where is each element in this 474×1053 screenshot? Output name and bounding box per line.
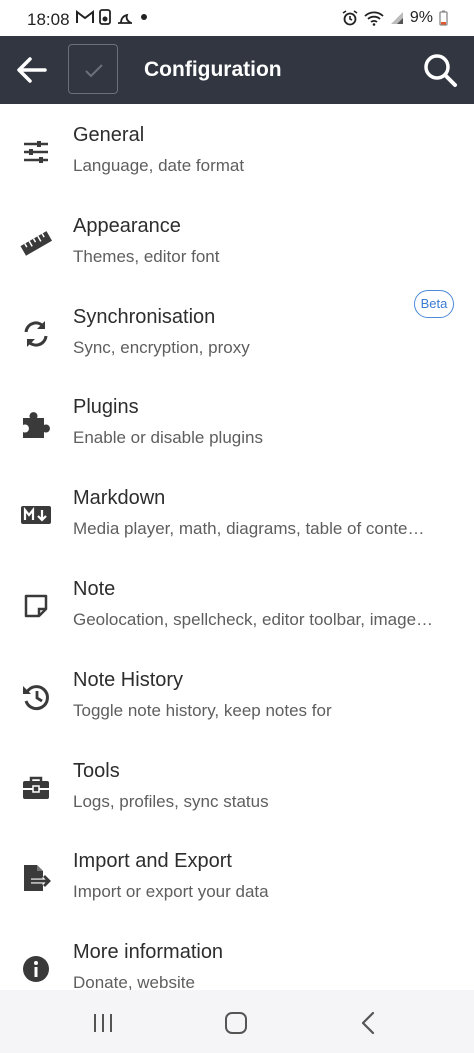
item-label: Plugins <box>73 396 139 419</box>
list-item-general[interactable]: General Language, date format <box>0 104 474 195</box>
back-icon <box>361 1011 375 1035</box>
beta-badge: Beta <box>414 290 454 318</box>
system-nav-bar <box>0 990 474 1053</box>
page-title: Configuration <box>144 58 282 81</box>
list-item-markdown[interactable]: Markdown Media player, math, diagrams, t… <box>0 467 474 558</box>
info-icon <box>23 956 49 983</box>
signal-icon <box>390 12 403 24</box>
item-description: Language, date format <box>73 156 245 175</box>
alarm-icon <box>342 10 358 26</box>
dot-icon <box>141 14 147 20</box>
item-label: Synchronisation <box>73 305 216 328</box>
markdown-icon <box>21 506 51 525</box>
toolbox-icon <box>23 776 49 799</box>
item-description: Logs, profiles, sync status <box>73 791 269 811</box>
app-bar: Configuration <box>0 36 474 104</box>
list-item-appearance[interactable]: Appearance Themes, editor font <box>0 195 474 286</box>
sim-icon <box>99 9 111 25</box>
search-icon <box>424 54 457 87</box>
search-button[interactable] <box>420 50 460 90</box>
file-export-icon <box>24 865 52 892</box>
sliders-icon <box>24 141 48 163</box>
item-label: Import and Export <box>73 850 232 873</box>
item-label: Appearance <box>73 214 181 237</box>
item-label: Note <box>73 577 116 600</box>
item-description: Import or export your data <box>73 882 269 902</box>
sync-icon <box>24 320 48 347</box>
item-description: Enable or disable plugins <box>73 428 263 448</box>
list-item-note-history[interactable]: Note History Toggle note history, keep n… <box>0 649 474 740</box>
list-item-synchronisation[interactable]: Synchronisation Sync, encryption, proxy <box>0 286 474 377</box>
arrow-left-icon <box>17 57 47 83</box>
select-checkbox-button[interactable] <box>68 44 118 94</box>
settings-list: General Language, date format Appearance… <box>0 104 474 1012</box>
recent-apps-button[interactable] <box>88 1008 118 1038</box>
check-icon <box>85 64 103 78</box>
item-description: Geolocation, spellcheck, editor toolbar,… <box>73 609 434 629</box>
home-button[interactable] <box>221 1008 251 1038</box>
battery-icon <box>439 10 448 26</box>
item-label: Markdown <box>73 487 166 510</box>
status-right-icons: 9% <box>342 9 448 27</box>
history-icon <box>23 684 49 710</box>
puzzle-icon <box>23 412 50 439</box>
item-label: Note History <box>73 668 184 691</box>
back-button[interactable] <box>14 52 50 88</box>
list-item-tools[interactable]: Tools Logs, profiles, sync status <box>0 740 474 831</box>
recent-apps-icon <box>94 1014 112 1032</box>
item-description: Sync, encryption, proxy <box>73 337 250 357</box>
dnd-moon-icon <box>118 13 132 24</box>
list-item-note[interactable]: Note Geolocation, spellcheck, editor too… <box>0 558 474 649</box>
item-label: Tools <box>73 759 120 782</box>
ruler-icon <box>20 230 52 256</box>
note-icon <box>24 594 48 618</box>
item-description: Toggle note history, keep notes for <box>73 700 332 720</box>
wifi-icon <box>364 11 384 26</box>
status-bar: 18:08 9% <box>0 0 474 36</box>
item-label: More information <box>73 941 224 964</box>
gmail-icon <box>76 10 94 23</box>
home-icon <box>225 1012 247 1034</box>
item-label: General <box>73 124 145 146</box>
item-description: Themes, editor font <box>73 246 220 266</box>
list-item-import-export[interactable]: Import and Export Import or export your … <box>0 830 474 921</box>
battery-percent: 9% <box>409 9 433 26</box>
list-item-plugins[interactable]: Plugins Enable or disable plugins <box>0 376 474 467</box>
item-description: Media player, math, diagrams, table of c… <box>73 519 425 539</box>
status-left-icons <box>76 9 149 25</box>
status-time: 18:08 <box>27 10 70 29</box>
nav-back-button[interactable] <box>354 1008 384 1038</box>
